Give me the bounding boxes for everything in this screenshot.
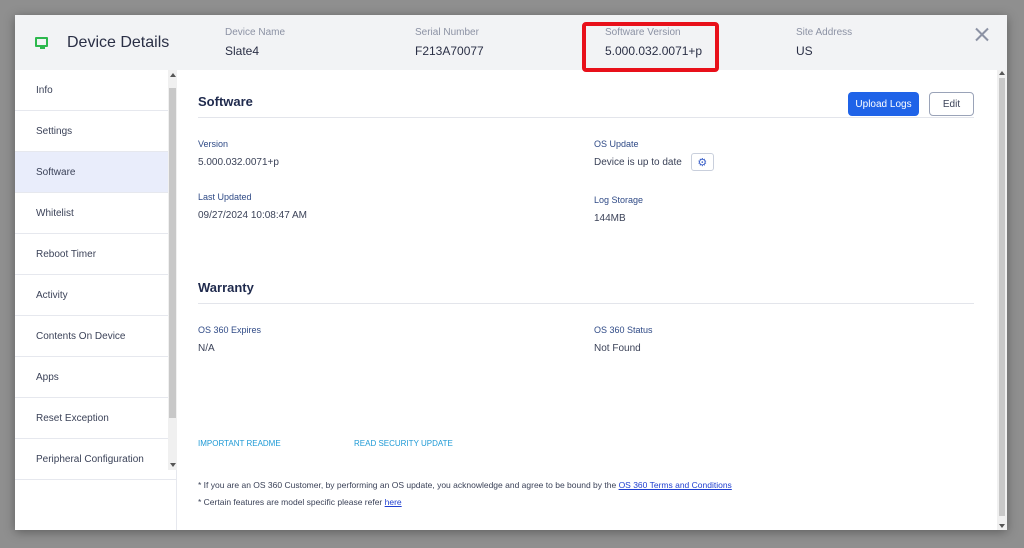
- serial-number-value: F213A70077: [415, 44, 484, 58]
- device-name-value: Slate4: [225, 44, 260, 58]
- os360-terms-note-text: * If you are an OS 360 Customer, by perf…: [198, 480, 617, 490]
- sidebar-scroll-thumb[interactable]: [169, 88, 176, 418]
- os360-terms-link[interactable]: OS 360 Terms and Conditions: [619, 480, 732, 490]
- os360-expires-label: OS 360 Expires: [198, 325, 262, 335]
- os-update-row: Device is up to date ⚙: [594, 153, 714, 171]
- device-name-field: Device Name Slate4: [225, 27, 285, 58]
- sidebar-item-reset-exception[interactable]: Reset Exception: [15, 398, 176, 439]
- content-scrollbar[interactable]: [997, 70, 1007, 530]
- close-icon[interactable]: [973, 26, 991, 44]
- model-specific-note-text: * Certain features are model specific pl…: [198, 497, 383, 507]
- sidebar-scrollbar[interactable]: [168, 70, 177, 470]
- sidebar-item-contents-on-device[interactable]: Contents On Device: [15, 316, 176, 357]
- sidebar-item-software[interactable]: Software: [15, 152, 176, 193]
- os360-status-field: OS 360 Status Not Found: [594, 325, 653, 354]
- last-updated-value: 09/27/2024 10:08:47 AM: [198, 210, 307, 221]
- scroll-down-arrow-icon[interactable]: [999, 524, 1005, 528]
- os360-terms-note: * If you are an OS 360 Customer, by perf…: [198, 480, 732, 490]
- software-divider: [198, 117, 974, 118]
- os360-status-value: Not Found: [594, 343, 641, 354]
- serial-number-label: Serial Number: [415, 27, 479, 38]
- os-update-field: OS Update Device is up to date ⚙: [594, 139, 714, 171]
- read-security-update-link[interactable]: READ SECURITY UPDATE: [354, 439, 453, 448]
- software-panel: Software Upload Logs Edit Version 5.000.…: [177, 70, 997, 530]
- warranty-section-title: Warranty: [198, 280, 254, 295]
- modal-title: Device Details: [67, 34, 170, 51]
- software-version-highlight: [582, 22, 719, 72]
- scroll-up-arrow-icon[interactable]: [999, 71, 1005, 75]
- important-readme-link[interactable]: IMPORTANT README: [198, 439, 281, 448]
- version-field: Version 5.000.032.0071+p: [198, 139, 279, 168]
- log-storage-value: 144MB: [594, 213, 626, 224]
- log-storage-field: Log Storage 144MB: [594, 195, 643, 224]
- modal-header: Device Details Device Name Slate4 Serial…: [15, 15, 1007, 72]
- sidebar-item-activity[interactable]: Activity: [15, 275, 176, 316]
- software-section-title: Software: [198, 94, 253, 109]
- monitor-icon: [35, 37, 48, 49]
- os360-expires-value: N/A: [198, 343, 215, 354]
- content-scroll-thumb[interactable]: [999, 78, 1005, 516]
- scroll-up-arrow-icon[interactable]: [170, 73, 176, 77]
- os-update-label: OS Update: [594, 139, 639, 149]
- site-address-field: Site Address US: [796, 27, 852, 58]
- os360-expires-field: OS 360 Expires N/A: [198, 325, 261, 354]
- last-updated-label: Last Updated: [198, 192, 252, 202]
- os360-status-label: OS 360 Status: [594, 325, 653, 335]
- sidebar-item-info[interactable]: Info: [15, 70, 176, 111]
- version-label: Version: [198, 139, 229, 149]
- sidebar-item-reboot-timer[interactable]: Reboot Timer: [15, 234, 176, 275]
- sidebar-item-apps[interactable]: Apps: [15, 357, 176, 398]
- here-link[interactable]: here: [385, 497, 402, 507]
- serial-number-field: Serial Number F213A70077: [415, 27, 484, 58]
- sidebar-item-settings[interactable]: Settings: [15, 111, 176, 152]
- device-details-modal: Device Details Device Name Slate4 Serial…: [15, 15, 1007, 530]
- site-address-value: US: [796, 44, 813, 58]
- upload-logs-button[interactable]: Upload Logs: [848, 92, 919, 116]
- sidebar-item-peripheral-configuration[interactable]: Peripheral Configuration: [15, 439, 176, 480]
- last-updated-field: Last Updated 09/27/2024 10:08:47 AM: [198, 192, 307, 221]
- log-storage-label: Log Storage: [594, 195, 644, 205]
- model-specific-note: * Certain features are model specific pl…: [198, 497, 402, 507]
- scroll-down-arrow-icon[interactable]: [170, 463, 176, 467]
- sidebar-item-whitelist[interactable]: Whitelist: [15, 193, 176, 234]
- edit-button[interactable]: Edit: [929, 92, 974, 116]
- site-address-label: Site Address: [796, 27, 853, 38]
- device-name-label: Device Name: [225, 27, 286, 38]
- warranty-divider: [198, 303, 974, 304]
- os-update-value: Device is up to date: [594, 156, 682, 168]
- version-value: 5.000.032.0071+p: [198, 157, 279, 168]
- gear-icon[interactable]: ⚙: [690, 153, 714, 171]
- sidebar-nav: Info Settings Software Whitelist Reboot …: [15, 70, 177, 530]
